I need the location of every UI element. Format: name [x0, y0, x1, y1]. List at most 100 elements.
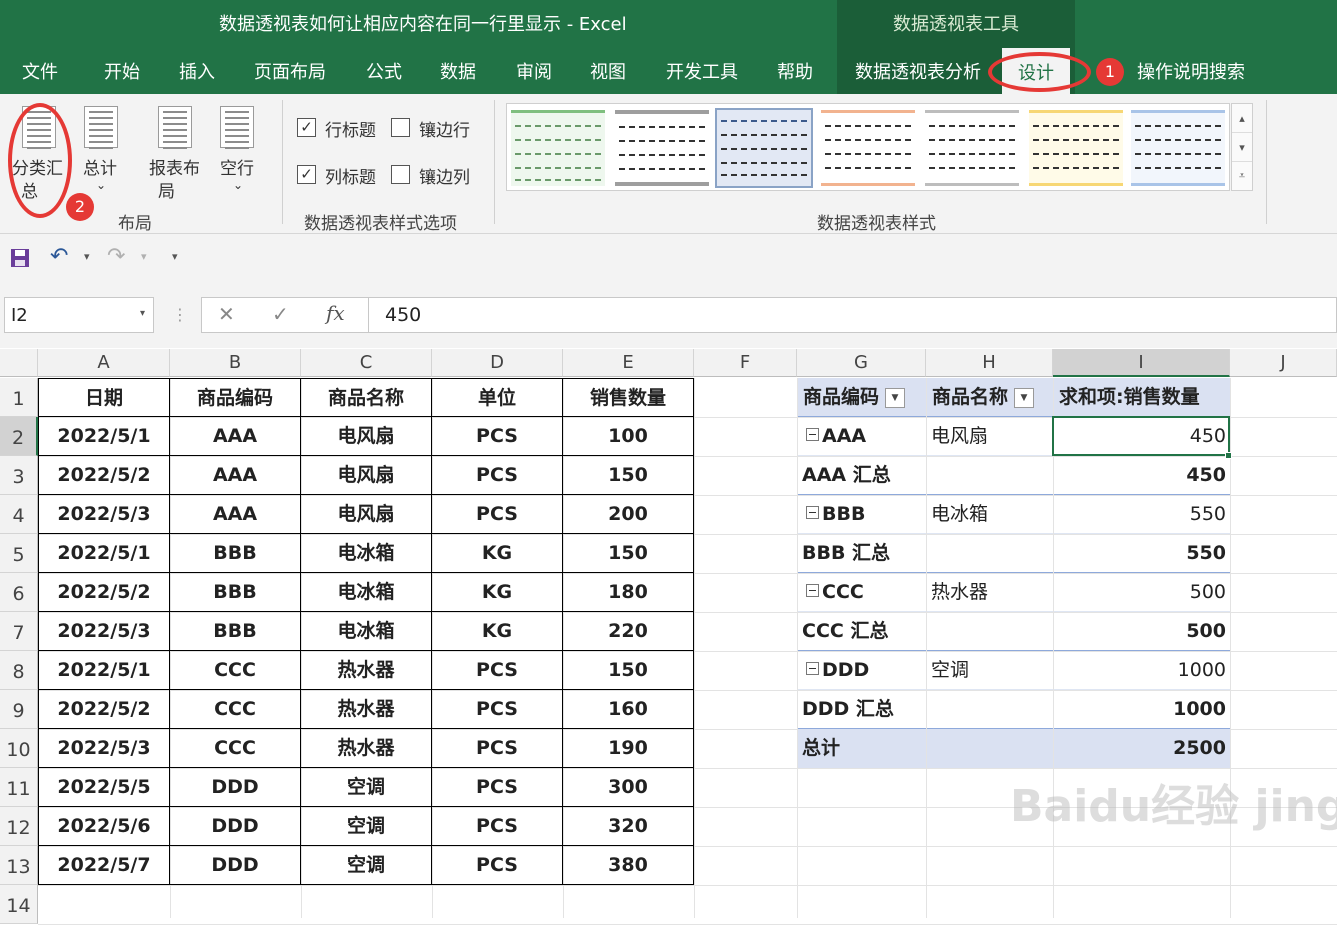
pivot-row-label[interactable]: DDD: [798, 651, 926, 690]
source-data-cell[interactable]: PCS: [432, 417, 563, 456]
filter-dropdown-icon[interactable]: ▼: [1014, 387, 1035, 408]
tab-page-layout[interactable]: 页面布局: [254, 58, 326, 84]
source-header-cell[interactable]: 单位: [432, 378, 563, 417]
pivot-row-label[interactable]: BBB: [798, 495, 926, 534]
row-header-7[interactable]: 7: [0, 612, 38, 651]
pivot-value-cell[interactable]: 500: [1054, 612, 1230, 651]
source-data-cell[interactable]: PCS: [432, 456, 563, 495]
source-data-cell[interactable]: AAA: [170, 495, 301, 534]
name-box[interactable]: I2 ▾: [4, 297, 154, 333]
pivot-name-cell[interactable]: [927, 534, 1053, 573]
row-headers-checkbox[interactable]: ✓: [297, 118, 316, 137]
row-header-9[interactable]: 9: [0, 690, 38, 729]
row-header-2[interactable]: 2: [0, 417, 38, 456]
row-header-5[interactable]: 5: [0, 534, 38, 573]
pivot-name-cell[interactable]: [927, 612, 1053, 651]
pivot-value-cell[interactable]: 550: [1054, 534, 1230, 573]
row-header-6[interactable]: 6: [0, 573, 38, 612]
source-data-cell[interactable]: 2022/5/3: [38, 495, 170, 534]
column-header-a[interactable]: A: [38, 349, 170, 377]
source-data-cell[interactable]: 热水器: [301, 651, 432, 690]
source-data-cell[interactable]: PCS: [432, 690, 563, 729]
column-header-j[interactable]: J: [1230, 349, 1337, 377]
source-data-cell[interactable]: 320: [563, 807, 694, 846]
row-header-12[interactable]: 12: [0, 807, 38, 846]
source-data-cell[interactable]: 2022/5/7: [38, 846, 170, 885]
row-header-8[interactable]: 8: [0, 651, 38, 690]
source-data-cell[interactable]: 2022/5/1: [38, 651, 170, 690]
source-data-cell[interactable]: KG: [432, 573, 563, 612]
tab-formulas[interactable]: 公式: [366, 58, 402, 84]
source-data-cell[interactable]: BBB: [170, 573, 301, 612]
source-header-cell[interactable]: 商品名称: [301, 378, 432, 417]
source-data-cell[interactable]: 热水器: [301, 729, 432, 768]
tab-developer[interactable]: 开发工具: [666, 58, 738, 84]
pivot-grand-total-label[interactable]: 总计: [798, 729, 926, 768]
save-icon[interactable]: [10, 248, 30, 268]
collapse-icon[interactable]: [806, 428, 819, 441]
gallery-scroll[interactable]: ▴ ▾ ⩡: [1231, 103, 1253, 191]
source-data-cell[interactable]: BBB: [170, 534, 301, 573]
tab-view[interactable]: 视图: [590, 58, 626, 84]
source-data-cell[interactable]: CCC: [170, 690, 301, 729]
column-header-b[interactable]: B: [170, 349, 301, 377]
source-data-cell[interactable]: KG: [432, 612, 563, 651]
formula-input[interactable]: 450: [368, 297, 1337, 333]
source-data-cell[interactable]: 空调: [301, 768, 432, 807]
source-data-cell[interactable]: 电冰箱: [301, 534, 432, 573]
source-data-cell[interactable]: 300: [563, 768, 694, 807]
source-data-cell[interactable]: 2022/5/1: [38, 417, 170, 456]
row-header-3[interactable]: 3: [0, 456, 38, 495]
row-header-13[interactable]: 13: [0, 846, 38, 885]
gallery-down-icon[interactable]: ▾: [1232, 133, 1252, 162]
insert-function-icon[interactable]: fx: [326, 301, 345, 325]
source-data-cell[interactable]: 150: [563, 456, 694, 495]
tab-data[interactable]: 数据: [440, 58, 476, 84]
column-header-i[interactable]: I: [1053, 349, 1230, 377]
source-data-cell[interactable]: 190: [563, 729, 694, 768]
pivot-value-cell[interactable]: 1000: [1054, 690, 1230, 729]
column-header-g[interactable]: G: [797, 349, 926, 377]
undo-dropdown-icon[interactable]: ▾: [84, 250, 90, 263]
tab-pivot-analyze[interactable]: 数据透视表分析: [855, 58, 981, 84]
source-data-cell[interactable]: 200: [563, 495, 694, 534]
source-data-cell[interactable]: 180: [563, 573, 694, 612]
style-swatch[interactable]: [1131, 110, 1225, 186]
collapse-icon[interactable]: [806, 662, 819, 675]
source-data-cell[interactable]: 2022/5/3: [38, 729, 170, 768]
source-data-cell[interactable]: 100: [563, 417, 694, 456]
tab-file[interactable]: 文件: [22, 58, 58, 84]
source-data-cell[interactable]: 150: [563, 651, 694, 690]
style-swatch[interactable]: [925, 110, 1019, 186]
source-data-cell[interactable]: CCC: [170, 729, 301, 768]
row-header-11[interactable]: 11: [0, 768, 38, 807]
blank-rows-button[interactable]: 空行: [220, 154, 254, 179]
pivot-value-cell[interactable]: 500: [1054, 573, 1230, 612]
source-header-cell[interactable]: 商品编码: [170, 378, 301, 417]
source-data-cell[interactable]: PCS: [432, 729, 563, 768]
row-header-1[interactable]: 1: [0, 378, 38, 417]
pivot-subtotal-label[interactable]: CCC 汇总: [798, 612, 926, 651]
undo-icon[interactable]: ↶: [50, 244, 68, 269]
source-data-cell[interactable]: 2022/5/3: [38, 612, 170, 651]
enter-icon[interactable]: ✓: [272, 302, 289, 326]
banded-rows-checkbox[interactable]: [391, 118, 410, 137]
source-data-cell[interactable]: PCS: [432, 651, 563, 690]
source-data-cell[interactable]: DDD: [170, 846, 301, 885]
column-header-e[interactable]: E: [563, 349, 694, 377]
gallery-up-icon[interactable]: ▴: [1232, 104, 1252, 133]
source-data-cell[interactable]: PCS: [432, 495, 563, 534]
pivot-name-cell[interactable]: 空调: [927, 651, 1053, 690]
source-data-cell[interactable]: 电风扇: [301, 456, 432, 495]
source-data-cell[interactable]: PCS: [432, 846, 563, 885]
source-data-cell[interactable]: DDD: [170, 768, 301, 807]
fill-handle[interactable]: [1225, 452, 1232, 459]
pivot-value-cell[interactable]: 450: [1054, 456, 1230, 495]
active-cell-outline[interactable]: [1052, 416, 1230, 456]
report-layout-button[interactable]: 报表布: [149, 154, 200, 179]
customize-qat-icon[interactable]: ▾: [172, 250, 178, 263]
filter-dropdown-icon[interactable]: ▼: [885, 387, 906, 408]
style-swatch[interactable]: [1029, 110, 1123, 186]
pivot-value-cell[interactable]: 2500: [1054, 729, 1230, 768]
row-header-4[interactable]: 4: [0, 495, 38, 534]
